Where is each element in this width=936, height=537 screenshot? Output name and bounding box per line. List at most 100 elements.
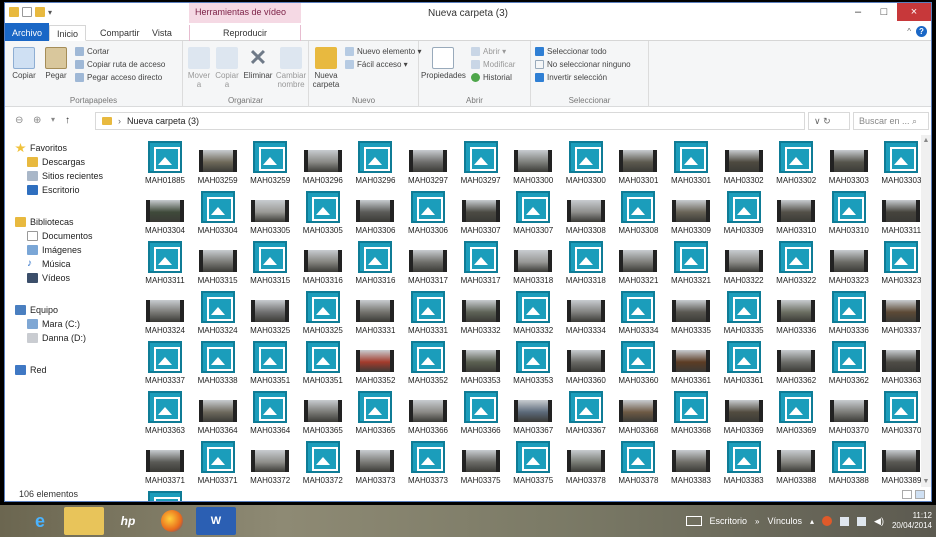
file-item[interactable]: MAH03316: [349, 239, 401, 291]
file-item[interactable]: MAH03259: [244, 139, 296, 191]
show-hidden-icons-icon[interactable]: ▴: [810, 517, 814, 526]
open-button[interactable]: Abrir ▾: [471, 47, 506, 56]
internet-explorer-icon[interactable]: e: [20, 507, 60, 535]
file-item[interactable]: MAH03383: [665, 439, 717, 491]
tab-compartir[interactable]: Compartir: [93, 25, 147, 41]
file-item[interactable]: MAH03360: [612, 339, 664, 391]
paste-shortcut-button[interactable]: Pegar acceso directo: [75, 73, 162, 82]
file-item[interactable]: MAH03322: [718, 239, 770, 291]
file-item[interactable]: MAH03332: [455, 289, 507, 341]
nav-item-escritorio[interactable]: Escritorio: [27, 185, 80, 195]
file-item[interactable]: MAH03336: [770, 289, 822, 341]
file-item[interactable]: MAH03378: [560, 439, 612, 491]
file-item[interactable]: MAH03364: [244, 389, 296, 441]
details-view-icon[interactable]: [902, 490, 912, 499]
file-item[interactable]: MAH03370: [875, 389, 927, 441]
file-item[interactable]: MAH03371: [192, 439, 244, 491]
file-item[interactable]: MAH03297: [402, 139, 454, 191]
file-item[interactable]: MAH03361: [718, 339, 770, 391]
tray-escritorio[interactable]: Escritorio: [710, 516, 748, 526]
nav-item-red[interactable]: Red: [15, 365, 47, 375]
file-item[interactable]: MAH03331: [349, 289, 401, 341]
history-button[interactable]: Historial: [471, 73, 512, 82]
file-item[interactable]: MAH03325: [297, 289, 349, 341]
file-item[interactable]: MAH03306: [402, 189, 454, 241]
file-item[interactable]: MAH03311: [875, 189, 927, 241]
file-item[interactable]: MAH03318: [560, 239, 612, 291]
file-item[interactable]: MAH03325: [244, 289, 296, 341]
file-item[interactable]: MAH03368: [665, 389, 717, 441]
file-item[interactable]: MAH03363: [875, 339, 927, 391]
nav-item-bibliotecas[interactable]: Bibliotecas: [15, 217, 74, 227]
file-item[interactable]: MAH03302: [770, 139, 822, 191]
tab-archivo[interactable]: Archivo: [5, 23, 50, 41]
file-item[interactable]: MAH03305: [297, 189, 349, 241]
up-icon[interactable]: ↑: [65, 115, 70, 126]
file-item[interactable]: MAH03303: [875, 139, 927, 191]
scroll-down-icon[interactable]: ▼: [921, 478, 931, 485]
file-item[interactable]: MAH03310: [823, 189, 875, 241]
file-item[interactable]: MAH03303: [823, 139, 875, 191]
rename-button[interactable]: Cambiar nombre: [275, 47, 307, 89]
delete-button[interactable]: ✕ Eliminar: [241, 47, 275, 81]
file-item[interactable]: MAH03388: [823, 439, 875, 491]
file-item[interactable]: MAH03363: [139, 389, 191, 441]
file-item[interactable]: MAH03310: [770, 189, 822, 241]
edit-button[interactable]: Modificar: [471, 60, 515, 69]
file-item[interactable]: MAH03259: [192, 139, 244, 191]
file-item[interactable]: MAH03301: [612, 139, 664, 191]
file-item[interactable]: MAH03317: [402, 239, 454, 291]
nav-item-imagenes[interactable]: Imágenes: [27, 245, 82, 255]
file-item[interactable]: MAH03366: [455, 389, 507, 441]
file-item[interactable]: MAH03316: [297, 239, 349, 291]
file-item[interactable]: MAH03389: [875, 439, 927, 491]
copy-path-button[interactable]: Copiar ruta de acceso: [75, 60, 165, 69]
hp-icon[interactable]: hp: [108, 507, 148, 535]
file-item[interactable]: MAH03335: [665, 289, 717, 341]
help-icon[interactable]: ?: [916, 26, 927, 37]
invert-selection-button[interactable]: Invertir selección: [535, 73, 607, 82]
file-item[interactable]: MAH03315: [244, 239, 296, 291]
volume-icon[interactable]: ◀): [874, 516, 884, 527]
file-item[interactable]: MAH03307: [455, 189, 507, 241]
file-item[interactable]: MAH03300: [560, 139, 612, 191]
large-icons-view-icon[interactable]: [915, 490, 925, 499]
file-item[interactable]: MAH03296: [349, 139, 401, 191]
file-item[interactable]: MAH03323: [823, 239, 875, 291]
file-item[interactable]: MAH03362: [770, 339, 822, 391]
file-item[interactable]: MAH03306: [349, 189, 401, 241]
file-item[interactable]: MAH03323: [875, 239, 927, 291]
forward-icon[interactable]: ⊕: [33, 115, 41, 126]
nav-item-descargas[interactable]: Descargas: [27, 157, 85, 167]
file-item[interactable]: MAH01885: [139, 139, 191, 191]
breadcrumb-current[interactable]: Nueva carpeta (3): [127, 116, 199, 126]
file-item[interactable]: MAH03362: [823, 339, 875, 391]
file-item[interactable]: MAH03352: [349, 339, 401, 391]
move-to-button[interactable]: Mover a: [185, 47, 213, 89]
network-tray-icon[interactable]: [857, 516, 867, 526]
file-item[interactable]: MAH03351: [244, 339, 296, 391]
file-item[interactable]: MAH03302: [718, 139, 770, 191]
file-item[interactable]: MAH03353: [507, 339, 559, 391]
maximize-button[interactable]: □: [871, 3, 897, 21]
file-item[interactable]: MAH03307: [507, 189, 559, 241]
file-item[interactable]: MAH03353: [455, 339, 507, 391]
file-item[interactable]: MAH03366: [402, 389, 454, 441]
file-item[interactable]: MAH03324: [139, 289, 191, 341]
file-item[interactable]: MAH03369: [770, 389, 822, 441]
word-icon[interactable]: W: [196, 507, 236, 535]
select-all-button[interactable]: Seleccionar todo: [535, 47, 607, 56]
file-item[interactable]: MAH03322: [770, 239, 822, 291]
file-item[interactable]: MAH03367: [560, 389, 612, 441]
recent-dropdown-icon[interactable]: ▾: [51, 115, 55, 124]
file-item[interactable]: MAH03308: [560, 189, 612, 241]
new-item-button[interactable]: Nuevo elemento ▾: [345, 47, 422, 56]
cut-button[interactable]: Cortar: [75, 47, 109, 56]
file-item[interactable]: MAH03338: [192, 339, 244, 391]
tab-inicio[interactable]: Inicio: [49, 25, 87, 41]
file-item[interactable]: MAH03304: [139, 189, 191, 241]
file-item[interactable]: MAH03337: [139, 339, 191, 391]
file-item[interactable]: MAH03317: [455, 239, 507, 291]
file-item[interactable]: MAH03321: [665, 239, 717, 291]
tab-reproducir[interactable]: Reproducir: [189, 25, 301, 41]
